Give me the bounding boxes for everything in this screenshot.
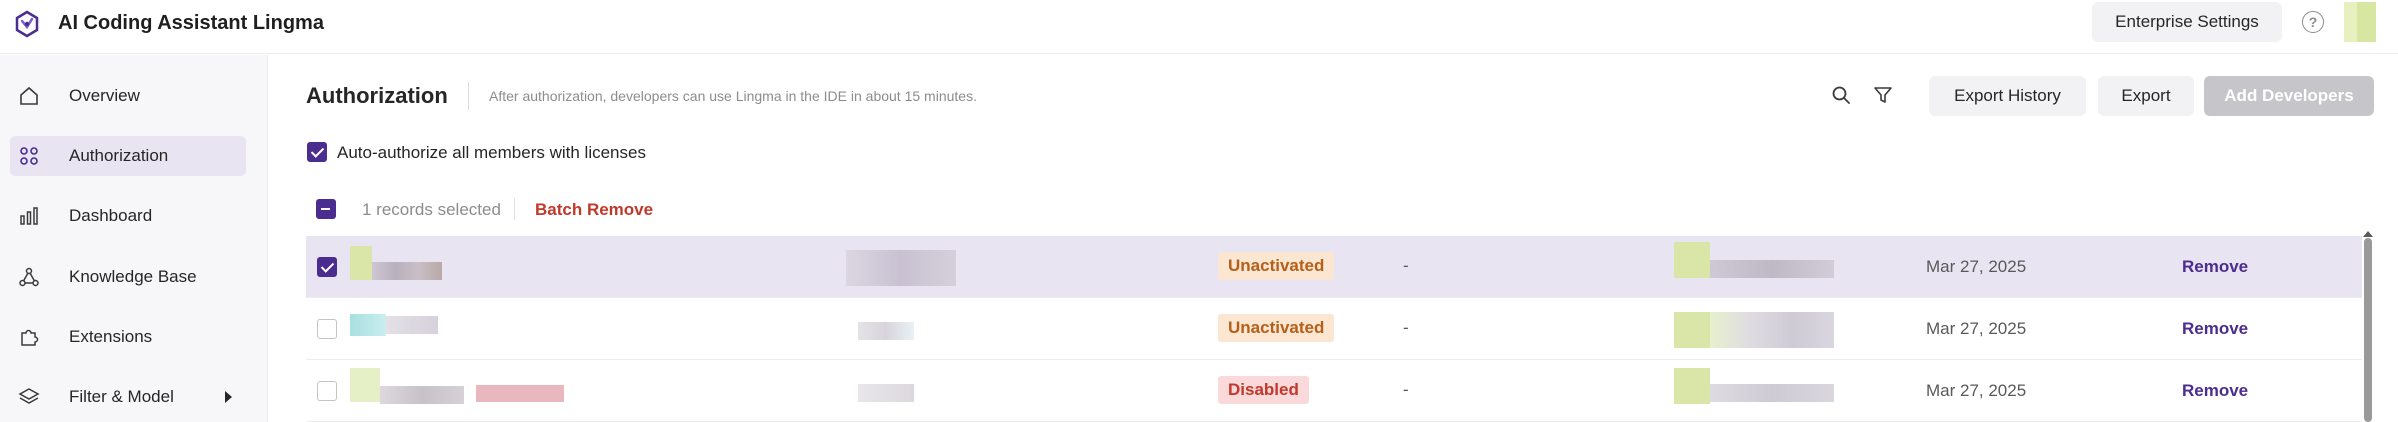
divider	[514, 198, 515, 220]
bar-chart-icon	[20, 207, 38, 225]
select-all-checkbox[interactable]	[316, 199, 336, 219]
redacted-name	[372, 262, 442, 280]
top-bar: AI Coding Assistant Lingma Enterprise Se…	[0, 0, 2398, 54]
sidebar: Overview Authorization Dashboard Knowled…	[0, 55, 268, 422]
page-title: Authorization	[306, 83, 448, 108]
redacted-org	[1674, 312, 1710, 348]
selected-count: 1 records selected	[362, 200, 501, 219]
sidebar-item-dashboard[interactable]: Dashboard	[10, 196, 246, 236]
redacted-org	[1674, 242, 1710, 278]
puzzle-icon	[21, 329, 39, 346]
table-row[interactable]: Disabled - Mar 27, 2025 Remove	[306, 360, 2362, 422]
help-icon[interactable]: ?	[2302, 11, 2324, 33]
redacted-org	[1710, 384, 1834, 402]
sidebar-item-label: Overview	[69, 86, 140, 105]
filter-icon	[1874, 87, 1892, 103]
status-badge: Disabled	[1218, 376, 1309, 404]
sidebar-item-extensions[interactable]: Extensions	[10, 317, 246, 357]
sidebar-item-label: Authorization	[69, 146, 169, 165]
add-developers-button[interactable]: Add Developers	[2204, 76, 2374, 116]
avatar	[350, 246, 372, 280]
batch-remove-button[interactable]: Batch Remove	[535, 200, 653, 220]
date-cell: Mar 27, 2025	[1926, 257, 2027, 276]
sidebar-item-label: Filter & Model	[69, 387, 174, 406]
scroll-up-icon[interactable]	[2363, 231, 2373, 237]
table-row[interactable]: Unactivated - Mar 27, 2025 Remove	[306, 236, 2362, 298]
redacted-org	[1674, 368, 1710, 404]
divider	[468, 82, 469, 110]
knowledge-icon	[19, 267, 39, 287]
vertical-scrollbar[interactable]	[2364, 238, 2372, 422]
lingma-logo-icon[interactable]	[12, 9, 42, 39]
caret-right-icon	[225, 391, 232, 403]
redacted-org	[1710, 260, 1834, 278]
export-button[interactable]: Export	[2098, 76, 2194, 116]
remove-button[interactable]: Remove	[2182, 381, 2248, 401]
date-cell: Mar 27, 2025	[1926, 319, 2027, 338]
remove-button[interactable]: Remove	[2182, 257, 2248, 277]
cell-value: -	[1403, 318, 1409, 337]
sidebar-item-label: Dashboard	[69, 206, 153, 225]
date-cell: Mar 27, 2025	[1926, 381, 2027, 400]
remove-button[interactable]: Remove	[2182, 319, 2248, 339]
row-checkbox[interactable]	[317, 257, 337, 277]
auto-authorize-label: Auto-authorize all members with licenses	[337, 143, 646, 162]
cell-value: -	[1403, 256, 1409, 275]
cell-value: -	[1403, 380, 1409, 399]
avatar	[350, 368, 380, 402]
sidebar-item-label: Extensions	[69, 327, 153, 346]
status-badge: Unactivated	[1218, 314, 1335, 342]
apps-grid-icon	[20, 147, 38, 165]
home-icon	[20, 86, 38, 105]
sidebar-item-filter-model[interactable]: Filter & Model	[10, 377, 246, 417]
redacted-name	[380, 386, 464, 404]
auto-authorize-checkbox[interactable]	[307, 142, 327, 162]
sidebar-item-knowledge-base[interactable]: Knowledge Base	[10, 257, 246, 297]
avatar	[350, 314, 386, 336]
sidebar-item-label: Knowledge Base	[69, 267, 197, 286]
redacted-name	[476, 368, 564, 402]
enterprise-settings-button[interactable]: Enterprise Settings	[2092, 2, 2282, 42]
avatar[interactable]	[2344, 2, 2376, 42]
row-checkbox[interactable]	[317, 319, 337, 339]
redacted-account	[858, 322, 914, 340]
redacted-name	[386, 316, 438, 334]
redacted-account	[858, 384, 914, 402]
redacted-org	[1710, 312, 1834, 348]
search-button[interactable]	[1828, 82, 1854, 108]
redacted-account	[846, 250, 956, 286]
sidebar-item-overview[interactable]: Overview	[10, 76, 246, 116]
row-checkbox[interactable]	[317, 381, 337, 401]
layers-icon	[18, 388, 40, 404]
app-title: AI Coding Assistant Lingma	[58, 12, 324, 34]
page-description: After authorization, developers can use …	[489, 88, 977, 104]
status-badge: Unactivated	[1218, 252, 1335, 280]
filter-button[interactable]	[1870, 82, 1896, 108]
table-row[interactable]: Unactivated - Mar 27, 2025 Remove	[306, 298, 2362, 360]
sidebar-item-authorization[interactable]: Authorization	[10, 136, 246, 176]
search-icon	[1832, 86, 1850, 104]
export-history-button[interactable]: Export History	[1929, 76, 2086, 116]
